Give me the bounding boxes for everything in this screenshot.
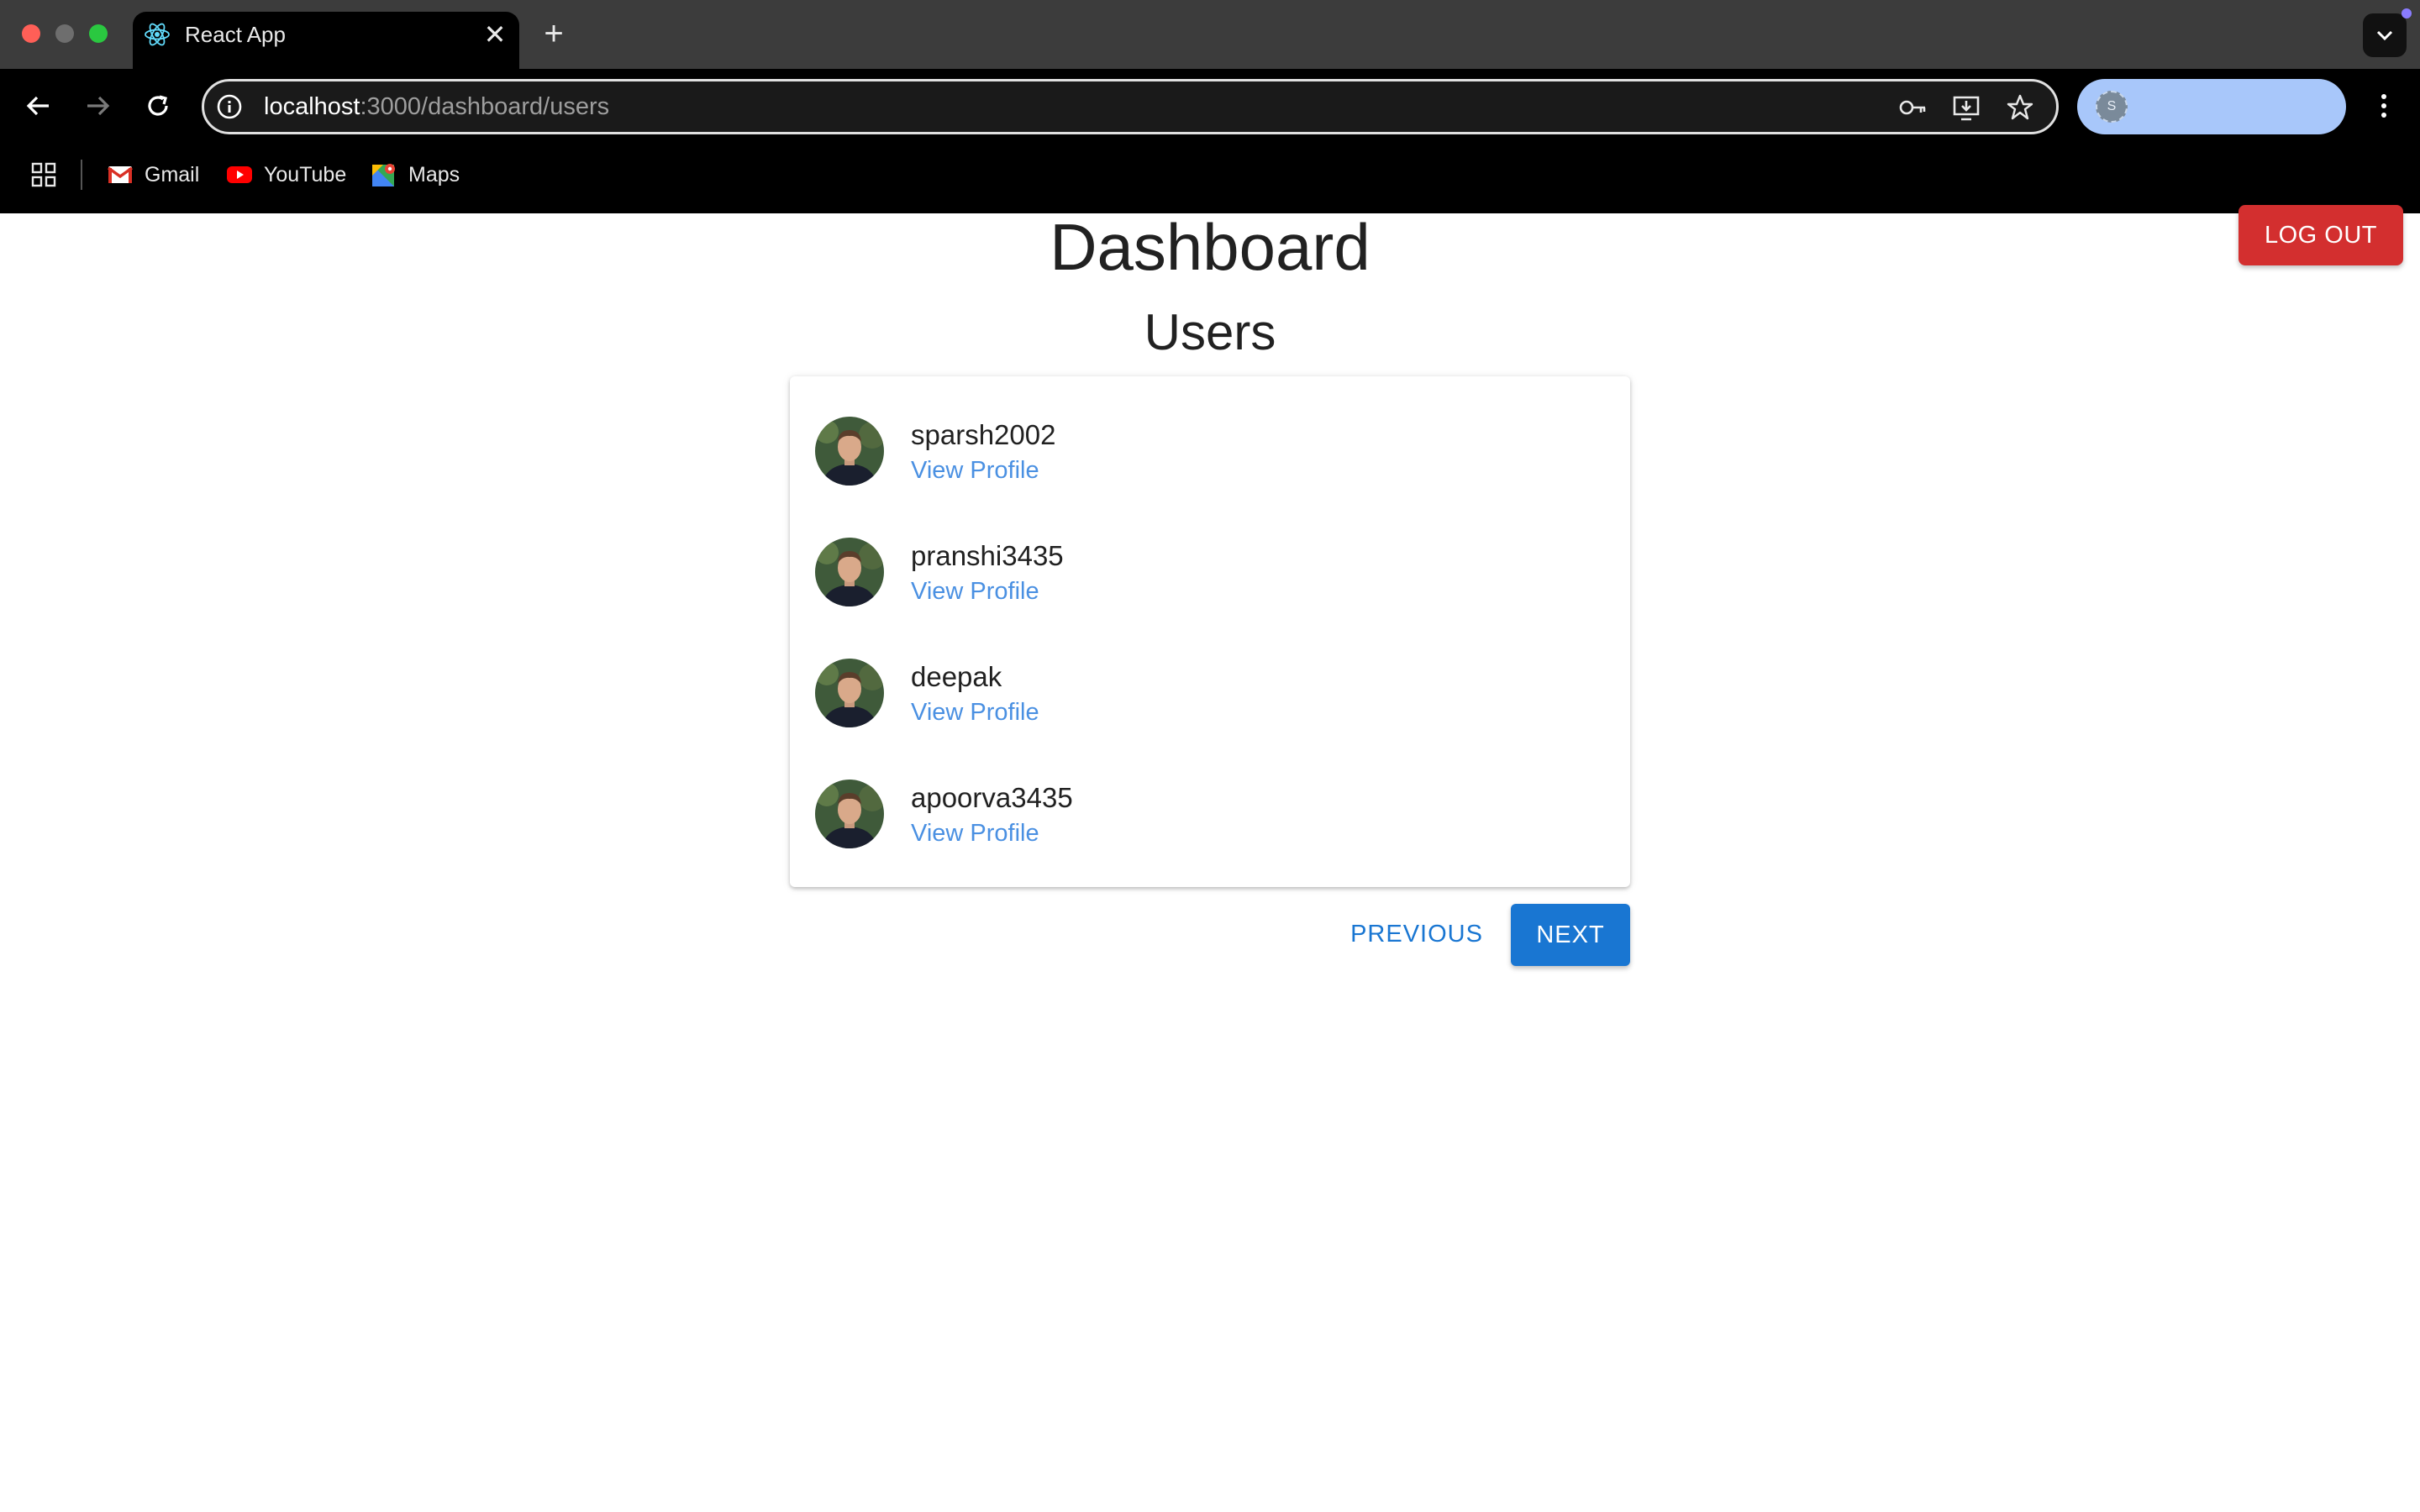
youtube-icon: [227, 166, 252, 183]
bookmark-label: YouTube: [264, 162, 347, 186]
back-arrow-icon[interactable]: [22, 89, 55, 123]
view-profile-link[interactable]: View Profile: [911, 455, 1039, 486]
logout-button[interactable]: LOG OUT: [2238, 205, 2403, 265]
gmail-icon: [108, 166, 133, 183]
bookmarks-separator: [81, 160, 82, 190]
more-menu-icon[interactable]: [2371, 89, 2396, 123]
username: deepak: [911, 661, 1002, 692]
list-item: apoorva3435 View Profile: [790, 739, 1630, 860]
users-list: sparsh2002 View Profile pranshi3435 View…: [790, 376, 1630, 887]
bookmark-label: Maps: [408, 162, 460, 186]
next-button[interactable]: NEXT: [1511, 904, 1630, 966]
maps-icon: [372, 164, 395, 186]
apps-grid-icon[interactable]: [30, 161, 57, 188]
bookmark-star-icon[interactable]: [2005, 92, 2035, 123]
list-item: deepak View Profile: [790, 618, 1630, 739]
close-tab-icon[interactable]: ✕: [481, 20, 509, 49]
avatar: [815, 538, 884, 606]
tab-title: React App: [185, 22, 286, 47]
list-item: sparsh2002 View Profile: [790, 376, 1630, 497]
new-tab-icon[interactable]: +: [538, 17, 570, 50]
user-avatar-icon: [815, 538, 884, 606]
tab-search-button[interactable]: [2363, 13, 2407, 57]
avatar: [815, 780, 884, 848]
url-path: :3000/dashboard/users: [360, 93, 610, 120]
avatar: [815, 659, 884, 727]
password-key-icon[interactable]: [1897, 92, 1928, 123]
avatar: [815, 417, 884, 486]
section-title: Users: [1144, 304, 1276, 360]
chevron-down-icon: [2376, 30, 2393, 41]
username: sparsh2002: [911, 419, 1056, 450]
user-avatar-icon: [815, 780, 884, 848]
notification-dot: [2402, 8, 2412, 18]
user-avatar-icon: [815, 659, 884, 727]
install-app-icon[interactable]: [1951, 92, 1981, 123]
reload-icon[interactable]: [141, 89, 175, 123]
maximize-window-button[interactable]: [89, 24, 108, 43]
forward-arrow-icon[interactable]: [81, 89, 114, 123]
bookmarks-bar: [0, 151, 2420, 203]
view-profile-link[interactable]: View Profile: [911, 818, 1039, 848]
bookmark-gmail[interactable]: Gmail: [108, 160, 199, 190]
bookmark-label: Gmail: [145, 162, 200, 186]
url-text[interactable]: localhost:3000/dashboard/users: [264, 92, 609, 121]
view-profile-link[interactable]: View Profile: [911, 576, 1039, 606]
minimize-window-button[interactable]: [55, 24, 74, 43]
user-avatar-icon: [815, 417, 884, 486]
page-title: Dashboard: [1050, 210, 1370, 284]
close-window-button[interactable]: [22, 24, 40, 43]
bookmark-maps[interactable]: Maps: [371, 160, 460, 190]
react-icon: [145, 23, 170, 46]
bookmark-youtube[interactable]: YouTube: [227, 160, 346, 190]
profile-avatar: S: [2096, 91, 2128, 123]
view-profile-link[interactable]: View Profile: [911, 697, 1039, 727]
site-info-icon[interactable]: [215, 92, 244, 121]
previous-button[interactable]: PREVIOUS: [1341, 904, 1492, 964]
url-host: localhost: [264, 93, 360, 120]
username: apoorva3435: [911, 782, 1073, 813]
list-item: pranshi3435 View Profile: [790, 497, 1630, 618]
username: pranshi3435: [911, 540, 1064, 571]
